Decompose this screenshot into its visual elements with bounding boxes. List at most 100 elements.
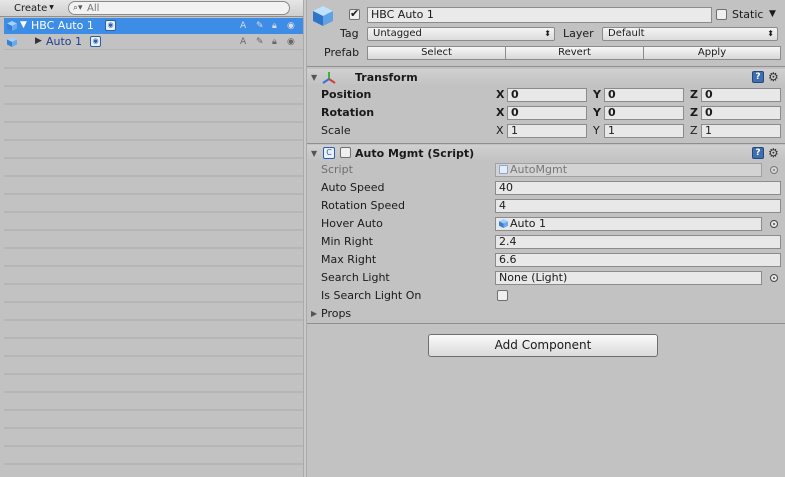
transform-title: Transform: [355, 71, 418, 84]
tag-label: Tag: [340, 27, 359, 40]
hierarchy-item-name: HBC Auto 1: [31, 19, 94, 32]
axis-x-label[interactable]: X: [496, 88, 504, 102]
is-search-light-on-checkbox[interactable]: [497, 290, 508, 301]
divider: [307, 66, 785, 67]
rotation-y-field[interactable]: 0: [604, 106, 684, 120]
prefab-apply-button[interactable]: Apply: [643, 46, 781, 60]
tag-value: Untagged: [373, 28, 422, 39]
component-enabled-checkbox[interactable]: [340, 147, 351, 158]
static-dropdown-arrow-icon[interactable]: ▼: [769, 7, 776, 21]
max-right-field[interactable]: 6.6: [495, 253, 781, 267]
create-dropdown-button[interactable]: Create ▼: [10, 1, 58, 16]
transform-axes-icon: [322, 72, 336, 84]
layer-dropdown[interactable]: Default ⬍: [602, 27, 778, 41]
object-name-field[interactable]: HBC Auto 1: [367, 7, 712, 23]
hierarchy-item[interactable]: ▼ HBC Auto 1 ◉ A ✎ 🔒︎ ◉: [4, 18, 303, 34]
eye-icon[interactable]: ◉: [287, 19, 295, 33]
lock-icon[interactable]: 🔒︎: [272, 35, 277, 49]
active-checkbox[interactable]: [349, 7, 360, 20]
layer-label: Layer: [563, 27, 594, 40]
prefab-icon: ◉: [90, 36, 101, 47]
field-label-max-right: Max Right: [321, 253, 377, 266]
prefab-icon: ◉: [105, 20, 116, 31]
lock-icon[interactable]: 🔒︎: [272, 19, 277, 33]
field-label-hover-auto: Hover Auto: [321, 217, 383, 230]
prefab-revert-button[interactable]: Revert: [505, 46, 644, 60]
dropdown-arrows-icon: ⬍: [544, 29, 551, 38]
gear-icon[interactable]: ⚙: [768, 71, 779, 83]
field-label-search-light: Search Light: [321, 271, 390, 284]
script-field: AutoMgmt: [495, 163, 762, 177]
position-z-field[interactable]: 0: [701, 88, 781, 102]
prefab-select-button[interactable]: Select: [367, 46, 506, 60]
auto-speed-field[interactable]: 40: [495, 181, 781, 195]
props-foldout-label[interactable]: Props: [321, 307, 351, 321]
gameobject-cube-icon: [313, 6, 333, 26]
scale-x-field[interactable]: 1: [507, 124, 587, 138]
pencil-icon[interactable]: ✎: [256, 19, 264, 33]
tag-dropdown[interactable]: Untagged ⬍: [367, 27, 555, 41]
rotation-speed-field[interactable]: 4: [495, 199, 781, 213]
field-label-rotation-speed: Rotation Speed: [321, 199, 405, 212]
object-picker-icon[interactable]: [770, 220, 778, 228]
hierarchy-search-field[interactable]: ⌕▾: [68, 1, 290, 15]
field-label-auto-speed: Auto Speed: [321, 181, 385, 194]
axis-y-label[interactable]: Y: [593, 88, 601, 102]
divider: [307, 323, 785, 324]
script-field-value: AutoMgmt: [510, 163, 568, 176]
prefab-label: Prefab: [324, 46, 360, 59]
hierarchy-item[interactable]: ▶ Auto 1 ◉ A ✎ 🔒︎ ◉: [4, 34, 303, 50]
gameobject-cube-icon: [7, 21, 17, 31]
search-light-field[interactable]: None (Light): [495, 271, 762, 285]
axis-y-label[interactable]: Y: [593, 106, 601, 120]
hierarchy-item-name: Auto 1: [46, 35, 83, 48]
expand-arrow-icon[interactable]: ▶: [35, 36, 42, 46]
foldout-open-icon[interactable]: ▼: [311, 71, 317, 85]
field-label-script: Script: [321, 163, 353, 176]
help-icon[interactable]: ?: [752, 71, 764, 83]
hierarchy-empty-area[interactable]: [4, 51, 303, 477]
hierarchy-toolbar: Create ▼ ⌕▾: [0, 0, 303, 17]
foldout-open-icon[interactable]: ▼: [311, 147, 317, 161]
hierarchy-search-input[interactable]: [87, 2, 277, 14]
axis-x-label[interactable]: X: [496, 106, 504, 120]
expand-arrow-icon[interactable]: ▼: [20, 20, 27, 30]
search-icon: ⌕▾: [73, 3, 83, 13]
min-right-field[interactable]: 2.4: [495, 235, 781, 249]
scale-y-field[interactable]: 1: [604, 124, 684, 138]
field-label-min-right: Min Right: [321, 235, 373, 248]
eye-icon[interactable]: ◉: [287, 35, 295, 49]
hierarchy-panel: Create▼ ⌕▾ ▼ HBC Auto 1 ◉ A ✎ 🔒︎ ◉ ▶ Au: [0, 0, 303, 477]
axis-z-label[interactable]: Z: [690, 106, 698, 120]
add-component-button[interactable]: Add Component: [428, 334, 658, 357]
gear-icon[interactable]: ⚙: [768, 147, 779, 159]
divider: [307, 143, 785, 144]
help-icon[interactable]: ?: [752, 147, 764, 159]
inspector-panel: HBC Auto 1 Static ▼ Tag Untagged⬍ Layer …: [307, 0, 785, 477]
gameobject-cube-icon: [499, 219, 508, 228]
field-label-is-search-light-on: Is Search Light On: [321, 289, 422, 302]
create-label: Create: [14, 3, 48, 14]
axis-z-label[interactable]: Z: [690, 88, 698, 102]
layer-value: Default: [608, 28, 645, 39]
axis-z-label[interactable]: Z: [690, 124, 698, 138]
hover-auto-field[interactable]: Auto 1: [495, 217, 762, 231]
position-x-field[interactable]: 0: [507, 88, 587, 102]
position-y-field[interactable]: 0: [604, 88, 684, 102]
rotation-x-field[interactable]: 0: [507, 106, 587, 120]
dropdown-arrows-icon: ⬍: [767, 29, 774, 38]
script-component-title: Auto Mgmt (Script): [355, 147, 475, 160]
script-icon: C: [323, 147, 335, 159]
transform-row-label: Position: [321, 88, 372, 101]
object-picker-icon[interactable]: [770, 274, 778, 282]
pencil-icon[interactable]: ✎: [256, 35, 264, 49]
static-checkbox[interactable]: [716, 9, 727, 20]
transform-row-label: Rotation: [321, 106, 375, 119]
layer-letter: A: [240, 21, 247, 31]
axis-x-label[interactable]: X: [496, 124, 504, 138]
foldout-closed-icon[interactable]: ▶: [311, 307, 317, 321]
rotation-z-field[interactable]: 0: [701, 106, 781, 120]
axis-y-label[interactable]: Y: [593, 124, 600, 138]
hover-auto-value: Auto 1: [510, 217, 547, 230]
scale-z-field[interactable]: 1: [701, 124, 781, 138]
